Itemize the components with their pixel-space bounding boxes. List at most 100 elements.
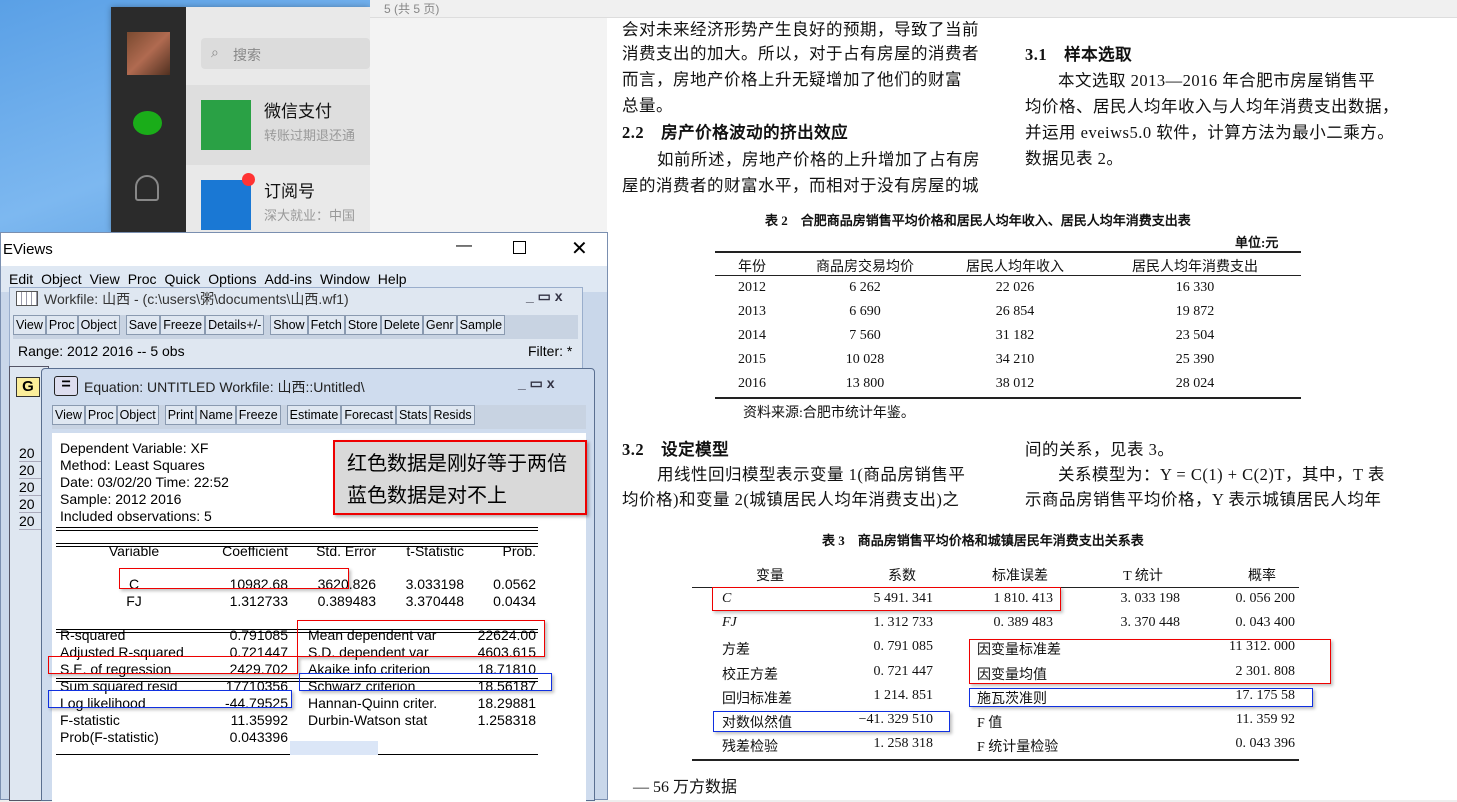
table-rule <box>715 251 1301 253</box>
table3-cell: 0. 791 085 <box>873 639 934 655</box>
minimize-button[interactable]: — <box>456 237 472 255</box>
annotation-box: 红色数据是刚好等于两倍 蓝色数据是对不上 <box>333 440 587 515</box>
table3-header: T 统计 <box>1123 569 1163 584</box>
object-button[interactable]: Object <box>77 315 120 335</box>
table3-cell: 1 214. 851 <box>873 687 934 703</box>
menu-options[interactable]: Options <box>208 271 256 287</box>
table-rule <box>692 759 1299 761</box>
paragraph-line: 数据见表 2。 <box>1025 149 1124 168</box>
stat-label: Hannan-Quinn criter. <box>308 695 438 711</box>
search-placeholder: 搜索 <box>233 47 261 63</box>
section-heading: 2.2 房产价格波动的挤出效应 <box>622 123 849 142</box>
menu-proc[interactable]: Proc <box>128 271 157 287</box>
table3-cell: 0. 721 447 <box>873 663 934 679</box>
object-button[interactable]: Object <box>116 405 159 425</box>
table3-header: 系数 <box>888 569 916 584</box>
blue-highlight-box <box>713 711 950 732</box>
menu-view[interactable]: View <box>90 271 120 287</box>
red-highlight-box <box>712 587 1061 611</box>
table2-title: 表 2 合肥商品房销售平均价格和居民人均年收入、居民人均年消费支出表 <box>765 213 1191 228</box>
table3-cell: 残差检验 <box>722 740 778 756</box>
menu-add-ins[interactable]: Add-ins <box>265 271 312 287</box>
table3-cell: 回归标准差 <box>722 691 792 707</box>
stat-value: 18.29881 <box>477 695 536 711</box>
menu-quick[interactable]: Quick <box>164 271 200 287</box>
table2-cell: 7 560 <box>849 328 881 343</box>
view-button[interactable]: View <box>13 315 46 335</box>
red-highlight-box <box>969 639 1331 684</box>
red-highlight-box <box>48 656 298 674</box>
annotation-line-red: 红色数据是刚好等于两倍 <box>347 453 567 475</box>
equation-icon: = <box>54 376 78 396</box>
selection-highlight <box>290 741 378 755</box>
freeze-button[interactable]: Freeze <box>235 405 281 425</box>
table2-cell: 13 800 <box>845 376 885 391</box>
table2-cell: 25 390 <box>1175 352 1215 367</box>
name-button[interactable]: Name <box>196 405 236 425</box>
workfile-title: Workfile: 山西 - (c:\users\粥\documents\山西.… <box>44 291 349 307</box>
store-button[interactable]: Store <box>344 315 381 335</box>
chat-subtitle: 深大就业：中国 <box>264 208 356 223</box>
chat-title: 订阅号 <box>264 182 315 201</box>
window-controls[interactable]: _ ▭ x <box>526 288 563 305</box>
estimate-button[interactable]: Estimate <box>286 405 342 425</box>
details-button[interactable]: Details+/- <box>205 315 265 335</box>
freeze-button[interactable]: Freeze <box>160 315 206 335</box>
sample-button[interactable]: Sample <box>456 315 506 335</box>
table3-cell: FJ <box>722 615 737 631</box>
close-button[interactable]: ✕ <box>571 236 588 261</box>
coef-cell: 0.0434 <box>493 593 536 609</box>
table2-cell: 10 028 <box>845 352 885 367</box>
table2-cell: 31 182 <box>995 328 1035 343</box>
red-highlight-box <box>119 568 349 589</box>
contacts-icon[interactable] <box>135 175 159 201</box>
table2-cell: 19 872 <box>1175 304 1215 319</box>
filter-label: Filter: * <box>528 343 573 359</box>
menu-object[interactable]: Object <box>41 271 81 287</box>
proc-button[interactable]: Proc <box>84 405 117 425</box>
delete-button[interactable]: Delete <box>380 315 423 335</box>
proc-button[interactable]: Proc <box>45 315 78 335</box>
wechat-pay-icon <box>201 100 251 150</box>
chat-item-wechat-pay[interactable]: 微信支付 转账过期退还通 <box>186 85 370 165</box>
window-title: EViews <box>3 241 53 258</box>
stat-label: Prob(F-statistic) <box>60 729 159 745</box>
fetch-button[interactable]: Fetch <box>307 315 345 335</box>
menu-edit[interactable]: Edit <box>9 271 33 287</box>
menu-window[interactable]: Window <box>320 271 370 287</box>
paragraph-line: 消费支出的加大。所以，对于占有房屋的消费者 <box>622 44 979 63</box>
stat-label: R-squared <box>60 627 126 643</box>
stats-button[interactable]: Stats <box>395 405 431 425</box>
paragraph-line: 如前所述，房地产价格的上升增加了占有房 <box>657 150 980 169</box>
print-button[interactable]: Print <box>164 405 197 425</box>
window-controls[interactable]: _ ▭ x <box>518 375 555 392</box>
paragraph-line: 并运用 eveiws5.0 软件，计算方法为最小二乘方。 <box>1025 123 1395 142</box>
menu-help[interactable]: Help <box>378 271 407 287</box>
show-button[interactable]: Show <box>270 315 308 335</box>
genr-button[interactable]: Genr <box>422 315 457 335</box>
resids-button[interactable]: Resids <box>430 405 475 425</box>
stat-label: F-statistic <box>60 712 120 728</box>
equation-toolbar: View Proc Object Print Name Freeze Estimate For… <box>52 405 586 429</box>
equation-header-line: Sample: 2012 2016 <box>60 491 182 507</box>
view-button[interactable]: View <box>52 405 85 425</box>
save-button[interactable]: Save <box>125 315 161 335</box>
column-header: Prob. <box>502 543 536 559</box>
paragraph-line: 间的关系，见表 3。 <box>1025 440 1175 459</box>
maximize-button[interactable] <box>513 241 526 254</box>
annotation-line-blue: 蓝色数据是对不上 <box>347 485 507 507</box>
table3-cell: 0. 043 396 <box>1235 736 1296 752</box>
table3-header: 概率 <box>1248 569 1276 584</box>
forecast-button[interactable]: Forecast <box>341 405 396 425</box>
paragraph-line: 本文选取 2013—2016 年合肥市房屋销售平 <box>1058 71 1376 90</box>
chat-icon[interactable] <box>133 111 162 135</box>
avatar[interactable] <box>127 32 170 75</box>
stat-label: Durbin-Watson stat <box>308 712 428 728</box>
stat-value: 0.043396 <box>229 729 288 745</box>
table2-header: 居民人均年收入 <box>966 260 1064 275</box>
paragraph-line: 会对未来经济形势产生良好的预期，导致了当前 <box>622 20 979 39</box>
table3-cell: 1. 258 318 <box>873 736 934 752</box>
table-rule <box>715 397 1301 399</box>
search-input[interactable]: ⌕ 搜索 <box>201 38 370 69</box>
page-indicator[interactable]: 5 (共 5 页) <box>384 0 439 17</box>
